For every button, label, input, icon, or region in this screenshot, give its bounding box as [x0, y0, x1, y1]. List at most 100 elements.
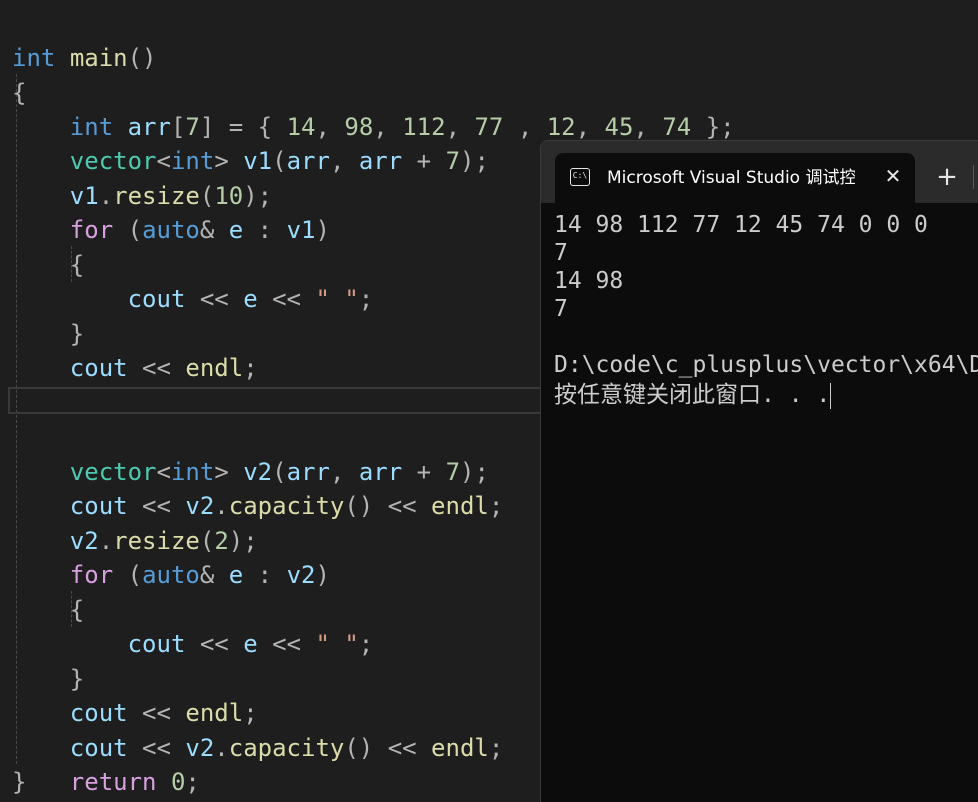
code-token: , [329, 147, 359, 175]
code-token: } [69, 320, 85, 348]
code-token: + [402, 147, 446, 175]
code-token: > [214, 147, 244, 175]
code-token: cout [69, 492, 128, 520]
code-token: : [243, 561, 287, 589]
code-token: () [127, 44, 157, 72]
code-token: arr [286, 147, 330, 175]
terminal-output-line: 7 [554, 296, 568, 322]
code-line: { [12, 593, 84, 627]
code-token: arr [358, 458, 403, 486]
code-token: int [12, 44, 56, 72]
code-token: resize [113, 182, 200, 210]
code-token: 7 [445, 458, 461, 486]
code-token: endl [431, 734, 489, 762]
code-line: { [12, 76, 26, 110]
code-token: vector [69, 147, 157, 175]
code-token: , [329, 458, 359, 486]
code-token: { [69, 251, 85, 279]
code-token: () << [344, 734, 432, 762]
code-token: auto [142, 561, 200, 589]
code-line: cout << v2.capacity() << endl; [12, 489, 504, 523]
code-token: arr [127, 113, 171, 141]
code-token: () << [344, 492, 432, 520]
new-tab-button[interactable]: + [933, 163, 961, 191]
code-token: ); [243, 182, 273, 210]
code-token: < [156, 458, 171, 486]
code-token: << [127, 699, 186, 727]
code-token: " " [315, 630, 359, 658]
code-token: ; [358, 630, 374, 658]
code-token: ; [243, 699, 258, 727]
code-token: v1 [243, 147, 273, 175]
code-line: int arr[7] = { 14, 98, 112, 77 , 12, 45,… [12, 110, 735, 144]
code-token: ; [488, 734, 504, 762]
code-line: vector<int> v2(arr, arr + 7); [12, 455, 489, 489]
code-token: endl [431, 492, 489, 520]
code-token: << [185, 630, 244, 658]
code-token: v2 [286, 561, 316, 589]
code-token: < [156, 147, 171, 175]
terminal-icon: C:\ [570, 168, 590, 186]
code-token: . [98, 182, 114, 210]
terminal-tab-title: Microsoft Visual Studio 调试控制台 [607, 168, 855, 188]
terminal-tab[interactable]: C:\ Microsoft Visual Studio 调试控制台 ✕ [555, 153, 915, 203]
code-token: , [633, 113, 663, 141]
code-token: v2 [185, 492, 215, 520]
code-token: cout [69, 699, 128, 727]
code-line: cout << v2.capacity() << endl; [12, 731, 504, 765]
code-token: cout [69, 354, 128, 382]
code-token: , [373, 113, 403, 141]
code-token: ; [243, 354, 258, 382]
code-token: , [575, 113, 605, 141]
code-token: << [185, 285, 244, 313]
code-token: { [12, 79, 27, 107]
code-token: e [228, 216, 244, 244]
code-line: cout << endl; [12, 696, 258, 730]
code-token: ( [199, 182, 215, 210]
code-token: 77 [474, 113, 504, 141]
code-token: 74 [662, 113, 692, 141]
code-token: , [315, 113, 345, 141]
code-token: , [503, 113, 547, 141]
code-token: ( [272, 458, 287, 486]
code-line: cout << endl; [12, 351, 258, 385]
code-token: + [402, 458, 446, 486]
code-line: v1.resize(10); [12, 179, 272, 213]
code-token: 112 [402, 113, 446, 141]
code-line: vector<int> v1(arr, arr + 7); [12, 144, 489, 178]
code-token: }; [691, 113, 735, 141]
terminal-tab-bar: C:\ Microsoft Visual Studio 调试控制台 ✕ + [541, 141, 978, 203]
code-token: , [445, 113, 475, 141]
code-token: & [199, 216, 229, 244]
terminal-prompt-line: 按任意键关闭此窗口. . . [554, 381, 832, 409]
close-icon[interactable]: ✕ [881, 163, 905, 189]
code-token: << [127, 354, 186, 382]
code-token: ); [460, 147, 489, 175]
code-token: 10 [214, 182, 244, 210]
code-token: e [228, 561, 244, 589]
code-line: return 0; [12, 765, 200, 799]
code-token: [ [170, 113, 186, 141]
code-token: ( [113, 561, 143, 589]
code-token: e [243, 630, 258, 658]
code-token: ; [358, 285, 374, 313]
code-token: auto [142, 216, 200, 244]
tab-divider [973, 165, 974, 189]
debug-console-window[interactable]: C:\ Microsoft Visual Studio 调试控制台 ✕ + 14… [540, 140, 978, 802]
code-line: { [12, 248, 84, 282]
code-token: ) [315, 216, 330, 244]
code-token: ] = { [199, 113, 287, 141]
